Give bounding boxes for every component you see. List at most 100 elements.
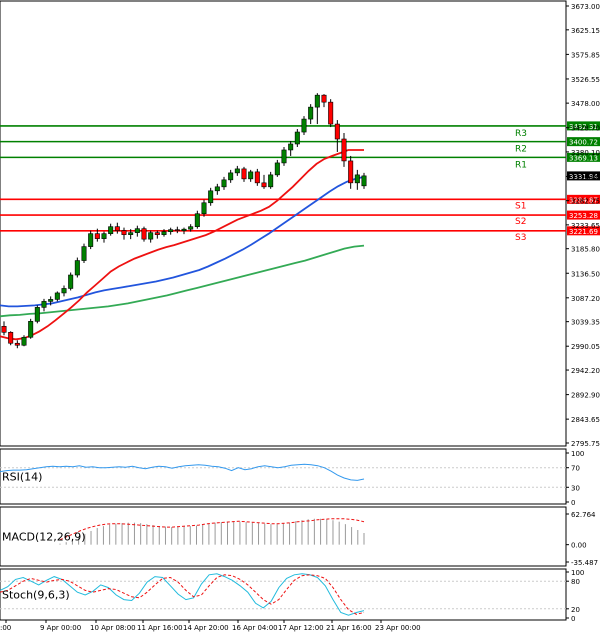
stoch-tick-label: 20 — [571, 606, 580, 614]
stoch-tick-label: 80 — [571, 578, 580, 586]
price-tick-label: 3428.70 — [571, 125, 600, 133]
candle-body — [221, 179, 227, 188]
candle-body — [54, 292, 60, 300]
candle-body — [81, 246, 87, 261]
candle — [34, 305, 40, 324]
candle — [281, 146, 287, 166]
candle-body — [128, 232, 134, 235]
candle-body — [94, 233, 100, 239]
rsi-label: RSI(14) — [2, 471, 42, 484]
candle-body — [201, 202, 207, 215]
candle-body — [134, 228, 140, 233]
candle-body — [188, 226, 194, 230]
price-tick-label: 2990.05 — [571, 343, 600, 351]
macd-tick-label: 0.00 — [571, 542, 587, 550]
price-tick-label: 3330.80 — [571, 173, 600, 181]
candle-body — [8, 331, 14, 344]
candle-body — [114, 226, 120, 231]
price-tick-label: 2843.65 — [571, 416, 600, 424]
candle-body — [241, 168, 247, 180]
price-tick-label: 3233.65 — [571, 222, 600, 230]
x-tick-label: :00 — [0, 624, 11, 632]
rsi-tick-label: 0 — [571, 499, 575, 507]
price-tick-label: 2942.20 — [571, 367, 600, 375]
level-price-label: 3253.28 — [569, 212, 598, 220]
stoch-tick-label: 0 — [571, 615, 575, 623]
x-tick-label: 10 Apr 08:00 — [90, 624, 136, 632]
x-tick-label: 17 Apr 12:00 — [278, 624, 324, 632]
price-tick-label: 3039.35 — [571, 319, 600, 327]
candle-body — [168, 229, 174, 232]
x-tick-label: 21 Apr 16:00 — [326, 624, 372, 632]
price-tick-label: 3282.25 — [571, 198, 600, 206]
stoch-tick-label: 100 — [571, 569, 584, 577]
candle-body — [194, 213, 200, 227]
chart-canvas: R33432.31R23400.72R13369.13S13284.87S232… — [0, 0, 600, 632]
price-tick-label: 3185.80 — [571, 246, 600, 254]
candle — [294, 129, 300, 147]
trading-chart: R3 3432.31 R2 3400.72 R1 3369.13 S1 3284.87 S2 32… — [0, 0, 600, 634]
price-tick-label: 3136.50 — [571, 270, 600, 278]
candle-body — [88, 233, 94, 247]
x-tick-label: 11 Apr 16:00 — [137, 624, 183, 632]
candle-body — [74, 260, 80, 276]
rsi-tick-label: 30 — [571, 484, 580, 492]
candle-body — [101, 233, 107, 239]
price-tick-label: 2795.75 — [571, 440, 600, 448]
x-tick-label: 23 Apr 00:00 — [375, 624, 421, 632]
candle-body — [328, 101, 334, 125]
candle-body — [308, 106, 314, 120]
candle-body — [354, 174, 360, 184]
candle-body — [1, 326, 7, 333]
candle — [194, 210, 200, 229]
candle — [28, 318, 34, 339]
candle-body — [108, 226, 114, 234]
price-tick-label: 3087.20 — [571, 295, 600, 303]
candle-body — [294, 131, 300, 145]
candle-body — [34, 307, 40, 322]
candle-body — [268, 174, 274, 188]
level-name-s3: S3 — [515, 233, 526, 243]
candle-body — [254, 171, 260, 184]
candle-body — [14, 342, 20, 346]
candle-body — [61, 288, 67, 294]
candle-body — [281, 149, 287, 164]
candle-body — [288, 143, 294, 151]
x-tick-label: 16 Apr 04:00 — [232, 624, 278, 632]
candle-body — [321, 94, 327, 103]
candle — [68, 272, 74, 291]
candle-body — [361, 175, 367, 187]
price-tick-label: 2892.90 — [571, 392, 600, 400]
candle-body — [228, 172, 234, 181]
candle-body — [68, 274, 74, 289]
candle-body — [314, 94, 320, 108]
candle-body — [334, 123, 340, 140]
candle-body — [341, 138, 347, 162]
candle-body — [48, 299, 54, 302]
candle-body — [154, 232, 160, 235]
stoch-label: Stoch(9,6,3) — [2, 589, 70, 602]
candle-body — [348, 160, 354, 184]
candle-body — [148, 232, 154, 240]
level-name-s1: S1 — [515, 201, 526, 211]
candle-body — [234, 168, 240, 174]
x-tick-label: 9 Apr 00:00 — [40, 624, 81, 632]
level-name-s2: S2 — [515, 217, 526, 227]
candle-body — [28, 321, 34, 338]
candle — [301, 116, 307, 136]
level-name-r2: R2 — [515, 145, 527, 155]
candle — [141, 226, 147, 242]
price-tick-label: 3478.00 — [571, 100, 600, 108]
candle — [328, 99, 334, 128]
macd-tick-label: -35.487 — [571, 559, 598, 567]
price-tick-label: 3380.10 — [571, 149, 600, 157]
candle-body — [208, 190, 214, 204]
candle-body — [181, 228, 187, 231]
candle-body — [161, 231, 167, 235]
candle-body — [121, 230, 127, 235]
candle — [88, 230, 94, 250]
candle-body — [274, 162, 280, 176]
candle-body — [214, 186, 220, 192]
price-tick-label: 3673.00 — [571, 3, 600, 11]
level-price-label: 3400.72 — [569, 139, 598, 147]
